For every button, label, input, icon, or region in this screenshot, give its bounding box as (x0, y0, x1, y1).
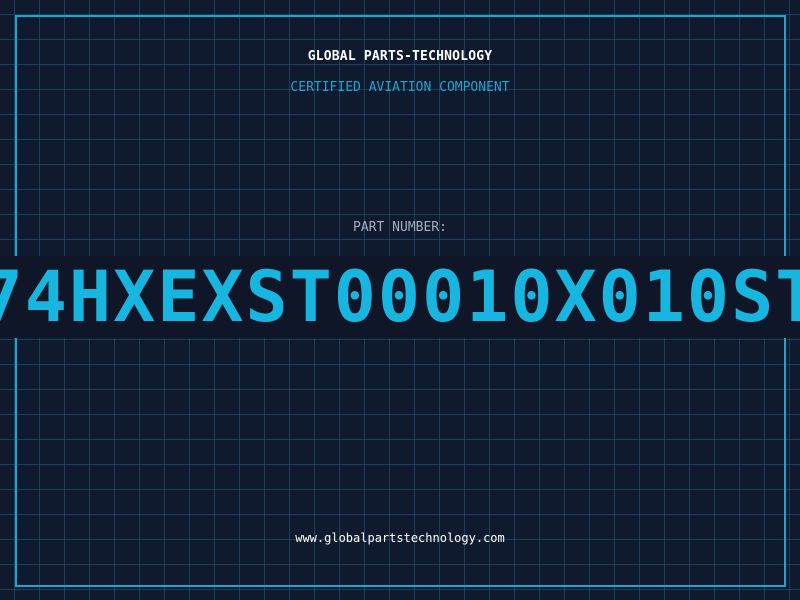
part-number-value: 74HXEXST00010X010ST (0, 256, 800, 338)
part-number-band: 74HXEXST00010X010ST (0, 256, 800, 338)
website-url: www.globalpartstechnology.com (295, 531, 505, 545)
label-canvas: GLOBAL PARTS-TECHNOLOGY CERTIFIED AVIATI… (0, 0, 800, 600)
company-name: GLOBAL PARTS-TECHNOLOGY (307, 49, 493, 64)
part-number-label: PART NUMBER: (353, 220, 447, 235)
component-subtitle: CERTIFIED AVIATION COMPONENT (290, 80, 510, 95)
